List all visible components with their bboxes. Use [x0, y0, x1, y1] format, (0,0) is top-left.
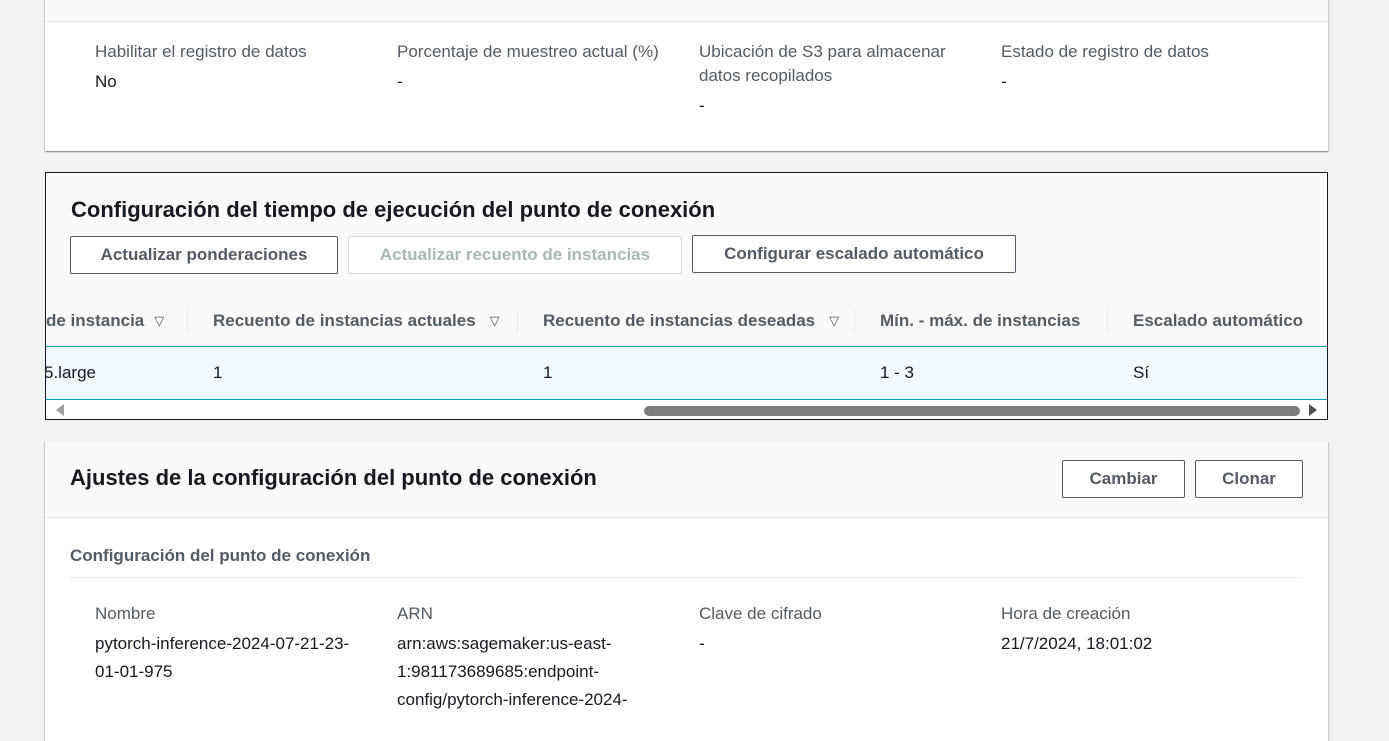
field-sampling-percentage: Porcentaje de muestreo actual (%) -	[397, 40, 677, 96]
field-label: ARN	[397, 604, 433, 623]
panel-title: Configuración del tiempo de ejecución de…	[71, 197, 716, 222]
scroll-right-arrow-icon[interactable]	[1309, 404, 1317, 416]
cell-autoscaling: Sí	[1133, 363, 1150, 382]
field-creation-time: Hora de creación 21/7/2024, 18:01:02	[1001, 602, 1281, 658]
field-label: Nombre	[95, 604, 156, 623]
clone-button[interactable]: Clonar	[1195, 460, 1303, 498]
section-title: Configuración del punto de conexión	[70, 546, 371, 565]
update-weights-button[interactable]: Actualizar ponderaciones	[70, 236, 338, 274]
column-divider	[517, 309, 518, 333]
column-header-autoscaling: Escalado automático	[1133, 297, 1303, 345]
cell-desired-instances: 1	[543, 363, 553, 382]
column-header-desired-instances[interactable]: Recuento de instancias deseadas ▽	[543, 297, 839, 345]
endpoint-config-panel: Ajustes de la configuración del punto de…	[45, 441, 1328, 741]
sort-icon[interactable]: ▽	[829, 313, 839, 329]
scroll-left-arrow-icon[interactable]	[56, 404, 64, 416]
update-instance-count-button: Actualizar recuento de instancias	[348, 236, 682, 274]
data-capture-panel: Habilitar el registro de datos No Porcen…	[45, 0, 1328, 151]
column-label: Mín. - máx. de instancias	[880, 311, 1081, 330]
sort-icon[interactable]: ▽	[490, 313, 500, 329]
column-header-min-max-instances: Mín. - máx. de instancias	[880, 297, 1080, 345]
cell-current-instances: 1	[213, 363, 223, 382]
section-divider	[70, 577, 1303, 578]
runtime-settings-panel: Configuración del tiempo de ejecución de…	[45, 172, 1328, 420]
column-header-instance-type[interactable]: de instancia ▽	[46, 297, 164, 345]
variants-table: de instancia ▽ Recuento de instancias ac…	[46, 297, 1327, 419]
field-value: -	[1001, 72, 1007, 91]
field-label: Ubicación de S3 para almacenar datos rec…	[699, 42, 946, 85]
cell-min-max-instances: 1 - 3	[880, 363, 915, 382]
field-encryption-key: Clave de cifrado -	[699, 602, 979, 658]
change-button[interactable]: Cambiar	[1062, 460, 1185, 498]
column-label: Recuento de instancias deseadas	[543, 311, 816, 330]
field-value: 21/7/2024, 18:01:02	[1001, 634, 1153, 653]
field-label: Porcentaje de muestreo actual (%)	[397, 42, 659, 61]
column-header-current-instances[interactable]: Recuento de instancias actuales ▽	[213, 297, 500, 345]
sort-icon[interactable]: ▽	[154, 313, 164, 329]
field-capture-status: Estado de registro de datos -	[1001, 40, 1281, 96]
column-divider	[854, 309, 855, 333]
field-label: Habilitar el registro de datos	[95, 42, 307, 61]
field-label: Estado de registro de datos	[1001, 42, 1209, 61]
column-label: Recuento de instancias actuales	[213, 311, 476, 330]
field-enable-capture: Habilitar el registro de datos No	[95, 40, 375, 96]
table-row[interactable]: 5.large 1 1 1 - 3 Sí	[46, 346, 1327, 400]
field-arn: ARN arn:aws:sagemaker:us-east-1:98117368…	[397, 602, 659, 714]
column-divider	[187, 309, 188, 333]
field-name: Nombre pytorch-inference-2024-07-21-23-0…	[95, 602, 365, 686]
column-divider	[1107, 309, 1108, 333]
panel-title: Ajustes de la configuración del punto de…	[70, 465, 597, 490]
field-value: arn:aws:sagemaker:us-east-1:981173689685…	[397, 634, 628, 709]
field-value: -	[699, 634, 705, 653]
field-value: -	[397, 72, 403, 91]
field-label: Hora de creación	[1001, 604, 1131, 623]
field-label: Clave de cifrado	[699, 604, 822, 623]
configure-autoscaling-button[interactable]: Configurar escalado automático	[692, 235, 1016, 273]
cell-instance-type: 5.large	[46, 363, 96, 382]
field-s3-location: Ubicación de S3 para almacenar datos rec…	[699, 40, 969, 120]
scrollbar-thumb[interactable]	[644, 406, 1300, 416]
field-value: -	[699, 96, 705, 115]
field-value: No	[95, 72, 117, 91]
column-label: Escalado automático	[1133, 311, 1304, 330]
table-header: de instancia ▽ Recuento de instancias ac…	[46, 297, 1327, 346]
panel-header	[45, 0, 1328, 22]
field-value: pytorch-inference-2024-07-21-23-01-01-97…	[95, 634, 350, 681]
column-label: de instancia	[46, 311, 145, 330]
horizontal-scrollbar[interactable]	[46, 401, 1327, 419]
